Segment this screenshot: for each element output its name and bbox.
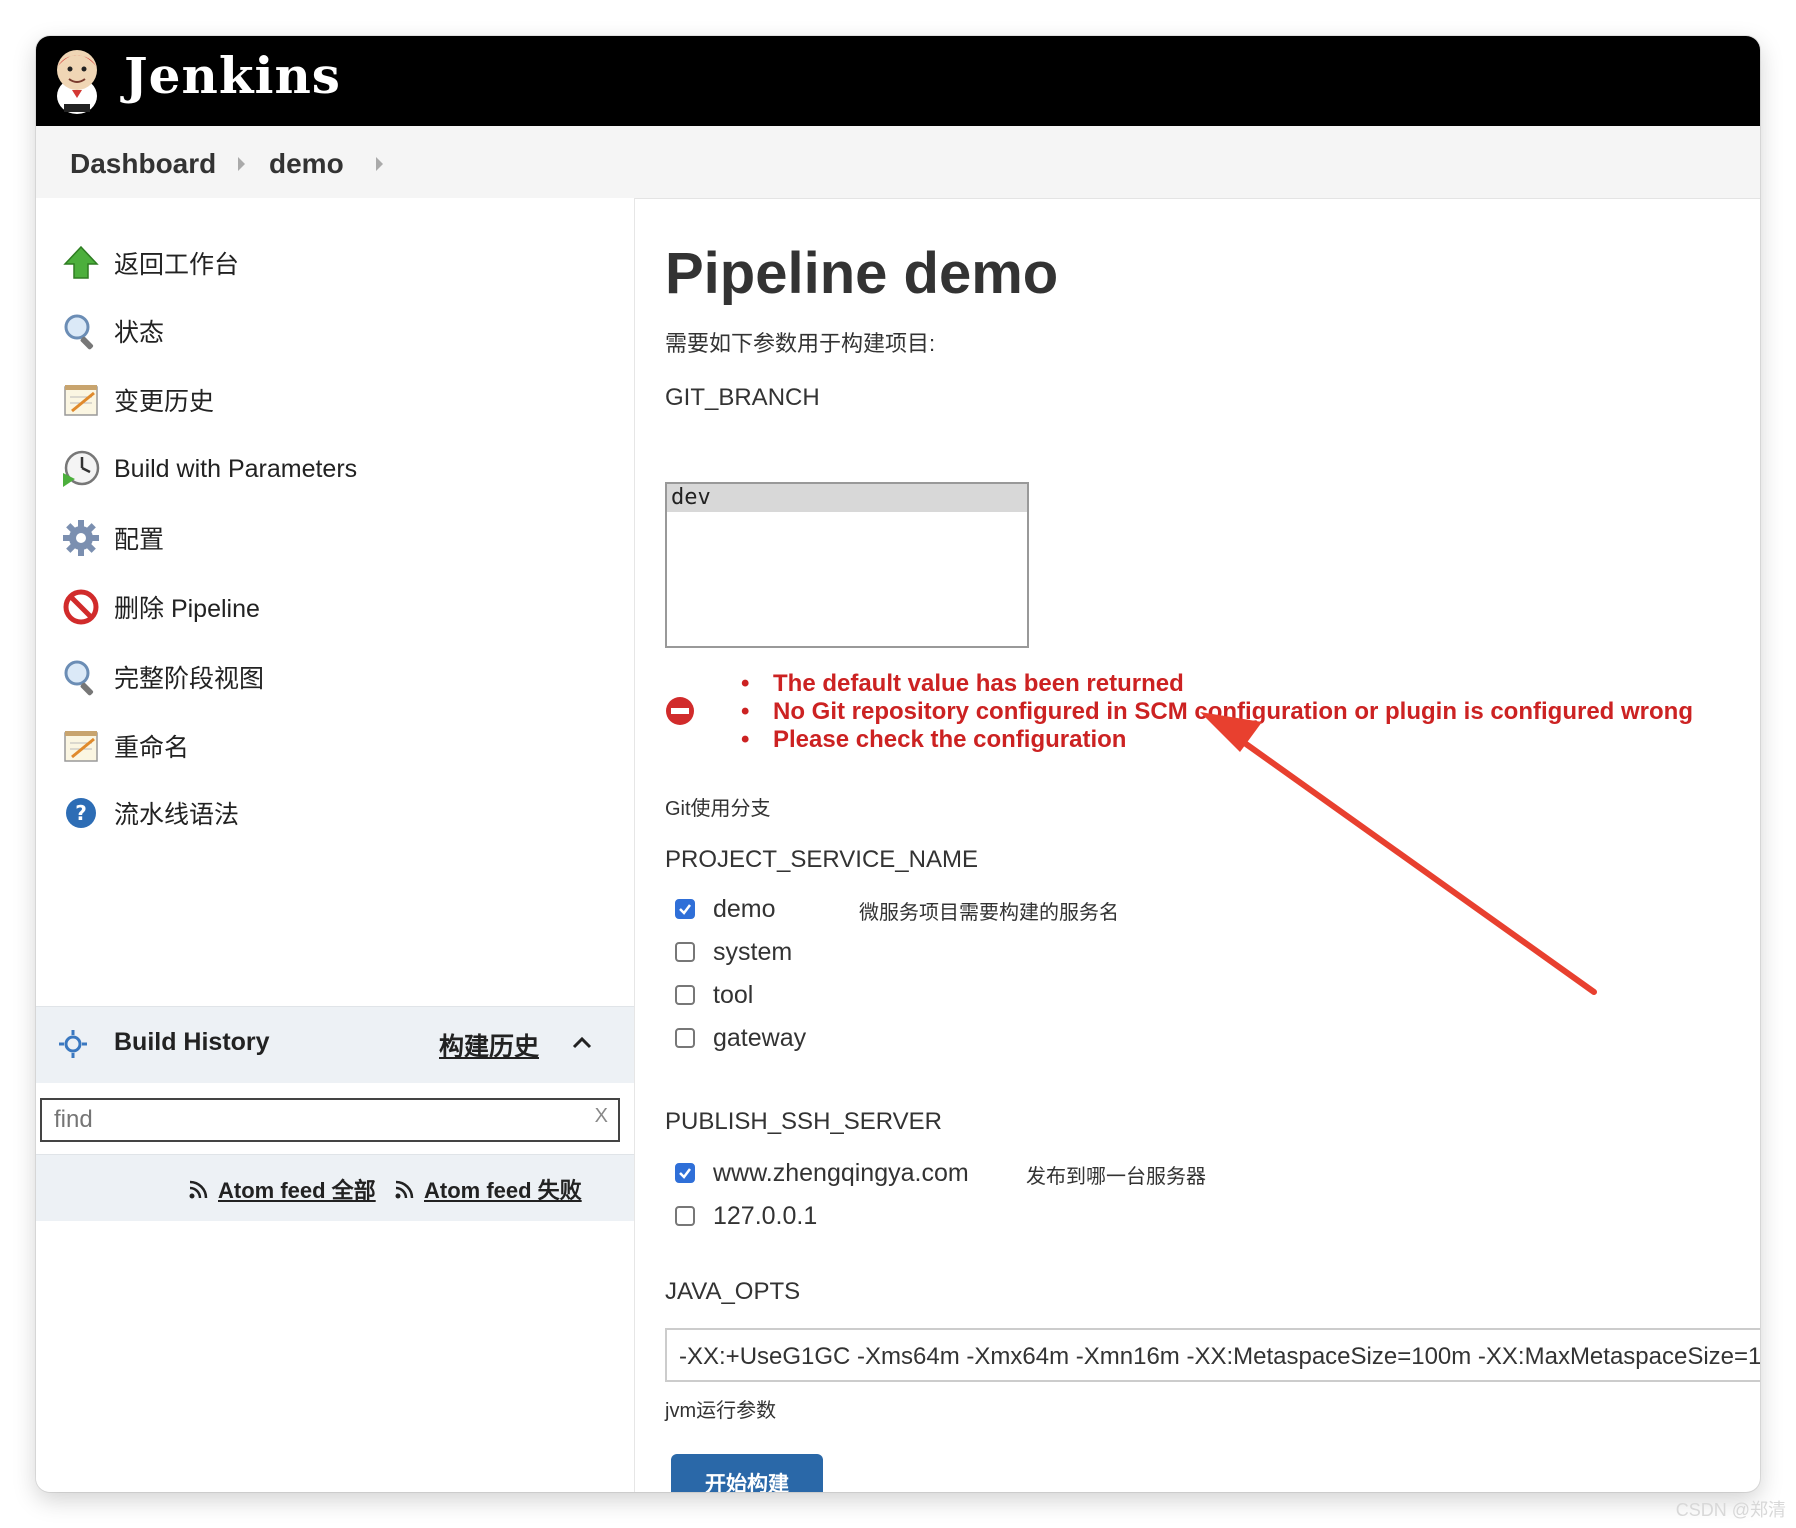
build-history-header: Build History 构建历史 <box>36 1006 634 1083</box>
task-status[interactable]: 状态 <box>60 306 164 356</box>
checkbox-row-zhengqingya[interactable]: www.zhengqingya.com <box>675 1158 969 1188</box>
checkbox[interactable] <box>675 985 695 1005</box>
rss-icon <box>189 1180 208 1199</box>
breadcrumb-demo[interactable]: demo <box>269 148 344 180</box>
checkbox-label[interactable]: www.zhengqingya.com <box>713 1159 969 1188</box>
jenkins-logo-icon[interactable] <box>50 44 104 114</box>
atom-feed-bar: Atom feed 全部 Atom feed 失败 <box>36 1154 634 1221</box>
task-full-stage-view[interactable]: 完整阶段视图 <box>60 652 264 702</box>
magnifier-icon <box>60 310 102 352</box>
checkbox-label[interactable]: demo <box>713 895 776 924</box>
atom-feed-failed-link[interactable]: Atom feed 失败 <box>394 1173 582 1205</box>
java-opts-description: jvm运行参数 <box>665 1400 777 1422</box>
brand-name[interactable]: Jenkins <box>124 46 341 105</box>
chevron-up-icon[interactable] <box>568 1029 596 1057</box>
git-branch-select[interactable]: dev <box>665 482 1029 648</box>
start-build-button[interactable]: 开始构建 <box>671 1454 823 1492</box>
breadcrumb: Dashboard demo <box>36 126 1760 199</box>
git-branch-description: Git使用分支 <box>665 798 771 820</box>
task-label: 流水线语法 <box>114 801 240 829</box>
task-rename[interactable]: 重命名 <box>60 721 189 771</box>
task-label: 状态 <box>114 319 165 347</box>
checkbox[interactable] <box>675 899 695 919</box>
sidebar: 返回工作台 状态 变更历史 Build with Parameters 配置 删… <box>36 198 635 1492</box>
task-label: 完整阶段视图 <box>114 665 265 693</box>
svg-text:?: ? <box>75 801 87 825</box>
checkbox-row-system[interactable]: system <box>675 937 792 967</box>
checkbox[interactable] <box>675 1206 695 1226</box>
error-list: The default value has been returned No G… <box>741 670 1693 754</box>
atom-feed-all-link[interactable]: Atom feed 全部 <box>188 1173 376 1205</box>
param-java-opts: JAVA_OPTS <box>665 1278 801 1305</box>
checkbox-row-localhost[interactable]: 127.0.0.1 <box>675 1201 817 1231</box>
help-icon: ? <box>60 792 102 834</box>
error-message: The default value has been returned <box>741 670 1693 698</box>
param-project-service-name: PROJECT_SERVICE_NAME <box>665 846 978 873</box>
notepad-icon <box>60 725 102 767</box>
jenkins-window: Jenkins Dashboard demo 返回工作台 状态 变更历史 Bui… <box>36 36 1760 1492</box>
task-pipeline-syntax[interactable]: ? 流水线语法 <box>60 788 239 838</box>
task-label: 配置 <box>114 526 165 554</box>
no-entry-icon <box>60 586 102 628</box>
atom-feed-all-label: Atom feed 全部 <box>218 1178 376 1203</box>
checkbox-label[interactable]: tool <box>713 981 753 1010</box>
task-changes[interactable]: 变更历史 <box>60 375 214 425</box>
breadcrumb-dashboard[interactable]: Dashboard <box>70 148 216 180</box>
task-build-with-parameters[interactable]: Build with Parameters <box>60 444 357 494</box>
task-delete-pipeline[interactable]: 删除 Pipeline <box>60 582 260 632</box>
checkmark-icon <box>679 1168 691 1179</box>
watermark: CSDN @郑清 <box>1675 1500 1786 1520</box>
clear-search-button[interactable]: X <box>595 1105 608 1128</box>
task-label: 删除 Pipeline <box>114 595 260 623</box>
checkbox[interactable] <box>675 942 695 962</box>
param-publish-ssh-server: PUBLISH_SSH_SERVER <box>665 1108 943 1135</box>
project-service-description: 微服务项目需要构建的服务名 <box>859 902 1119 924</box>
page-description: 需要如下参数用于构建项目: <box>665 331 936 356</box>
checkbox[interactable] <box>675 1028 695 1048</box>
checkbox-label[interactable]: gateway <box>713 1024 806 1053</box>
main-content: Pipeline demo 需要如下参数用于构建项目: GIT_BRANCH d… <box>665 198 1760 1492</box>
checkbox-row-demo[interactable]: demo <box>675 894 776 924</box>
notepad-icon <box>60 379 102 421</box>
publish-ssh-description: 发布到哪一台服务器 <box>1026 1166 1206 1188</box>
java-opts-field <box>665 1328 1760 1382</box>
error-message: Please check the configuration <box>741 726 1693 754</box>
task-label: 变更历史 <box>114 388 215 416</box>
breadcrumb-separator-icon[interactable] <box>376 157 383 171</box>
build-history-icon <box>59 1030 87 1058</box>
magnifier-icon <box>60 656 102 698</box>
checkmark-icon <box>679 904 691 915</box>
git-branch-option[interactable]: dev <box>667 484 1027 512</box>
param-git-branch-name: GIT_BRANCH <box>665 384 820 411</box>
java-opts-input[interactable] <box>677 1340 1760 1374</box>
up-arrow-icon <box>60 242 102 284</box>
checkbox-row-gateway[interactable]: gateway <box>675 1023 806 1053</box>
build-search-box: X <box>40 1098 620 1142</box>
build-search-input[interactable] <box>52 1104 576 1136</box>
checkbox-row-tool[interactable]: tool <box>675 980 753 1010</box>
clock-icon <box>60 448 102 490</box>
gear-icon <box>60 517 102 559</box>
error-icon <box>666 697 694 725</box>
checkbox[interactable] <box>675 1163 695 1183</box>
top-header: Jenkins <box>36 36 1760 126</box>
checkbox-label[interactable]: 127.0.0.1 <box>713 1202 817 1231</box>
task-label: 返回工作台 <box>114 251 240 279</box>
task-configure[interactable]: 配置 <box>60 513 164 563</box>
task-label: Build with Parameters <box>114 454 358 483</box>
rss-icon <box>395 1180 414 1199</box>
build-history-title: Build History <box>114 1028 270 1056</box>
breadcrumb-separator-icon[interactable] <box>238 157 245 171</box>
checkbox-label[interactable]: system <box>713 938 792 967</box>
page-title: Pipeline demo <box>665 241 1059 306</box>
atom-feed-failed-label: Atom feed 失败 <box>424 1178 582 1203</box>
task-label: 重命名 <box>114 734 190 762</box>
error-message: No Git repository configured in SCM conf… <box>741 698 1693 726</box>
task-back-to-dashboard[interactable]: 返回工作台 <box>60 238 239 288</box>
build-history-trend-link[interactable]: 构建历史 <box>439 1027 539 1063</box>
